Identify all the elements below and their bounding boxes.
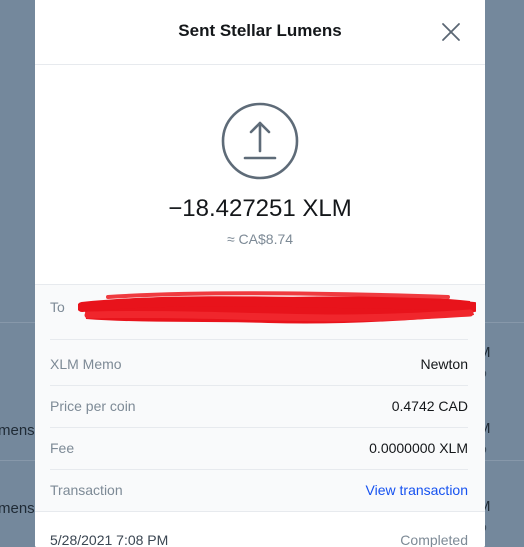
view-transaction-link[interactable]: View transaction [366, 482, 468, 498]
close-icon [442, 23, 460, 41]
status-badge: Completed [400, 532, 468, 547]
close-button[interactable] [437, 18, 465, 46]
crypto-amount: −18.427251 XLM [168, 195, 352, 222]
transaction-label: Transaction [50, 482, 123, 498]
fee-label: Fee [50, 440, 75, 456]
redaction-scribble [78, 291, 476, 324]
transaction-row: Transaction View transaction [50, 469, 468, 511]
upload-arrow-icon [221, 102, 299, 180]
background-row-name: mens [0, 500, 35, 517]
fiat-amount: ≈ CA$8.74 [226, 231, 294, 247]
recipient-row: To [50, 285, 476, 340]
fee-row: Fee 0.0000000 XLM [50, 427, 468, 470]
memo-label: XLM Memo [50, 356, 122, 372]
transaction-summary: −18.427251 XLM ≈ CA$8.74 [35, 65, 485, 283]
modal-title: Sent Stellar Lumens [178, 21, 342, 40]
price-row: Price per coin 0.4742 CAD [50, 385, 468, 428]
modal-header: Sent Stellar Lumens [35, 0, 485, 65]
memo-value: Newton [420, 356, 468, 372]
transaction-date: 5/28/2021 7:08 PM [50, 532, 169, 547]
modal-footer: 5/28/2021 7:08 PM Completed [35, 511, 485, 547]
background-row-name: mens [0, 422, 35, 439]
recipient-label: To [50, 299, 65, 315]
transaction-detail-modal: Sent Stellar Lumens −18.427251 XLM ≈ CA$… [35, 0, 485, 547]
memo-row: XLM Memo Newton [50, 343, 468, 386]
fee-value: 0.0000000 XLM [369, 440, 468, 456]
price-label: Price per coin [50, 398, 136, 414]
transaction-details: To XLM Memo Newton Price per coin 0.4742… [35, 284, 485, 547]
price-value: 0.4742 CAD [391, 398, 468, 414]
